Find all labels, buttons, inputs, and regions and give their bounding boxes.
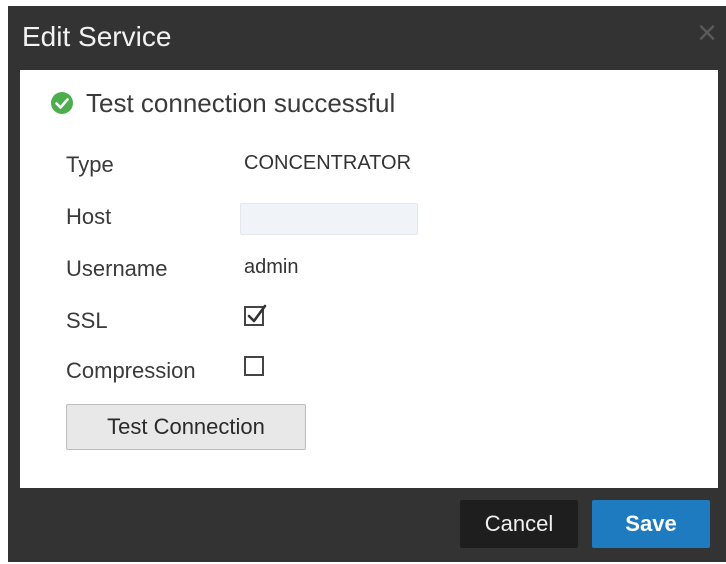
type-value: CONCENTRATOR xyxy=(244,152,412,174)
dialog-body: Test connection successful Type CONCENTR… xyxy=(20,70,718,488)
status-text: Test connection successful xyxy=(86,88,396,118)
edit-service-dialog: Edit Service × Test connection successfu… xyxy=(8,6,726,562)
save-button[interactable]: Save xyxy=(592,500,710,548)
username-label: Username xyxy=(66,256,168,281)
host-label: Host xyxy=(66,204,112,229)
test-connection-button[interactable]: Test Connection xyxy=(66,404,306,450)
host-field[interactable] xyxy=(240,203,418,235)
dialog-titlebar: Edit Service × xyxy=(8,6,726,66)
checkmark-icon xyxy=(247,304,267,323)
dialog-title: Edit Service xyxy=(22,21,172,52)
compression-checkbox[interactable] xyxy=(244,356,264,376)
username-value: admin xyxy=(244,256,299,278)
compression-label: Compression xyxy=(66,358,196,383)
status-message: Test connection successful xyxy=(50,88,395,118)
cancel-button[interactable]: Cancel xyxy=(460,500,578,548)
close-icon[interactable]: × xyxy=(690,16,724,50)
ssl-checkbox[interactable] xyxy=(244,304,267,326)
ssl-label: SSL xyxy=(66,308,108,333)
type-label: Type xyxy=(66,152,114,177)
check-circle-icon xyxy=(50,91,74,115)
